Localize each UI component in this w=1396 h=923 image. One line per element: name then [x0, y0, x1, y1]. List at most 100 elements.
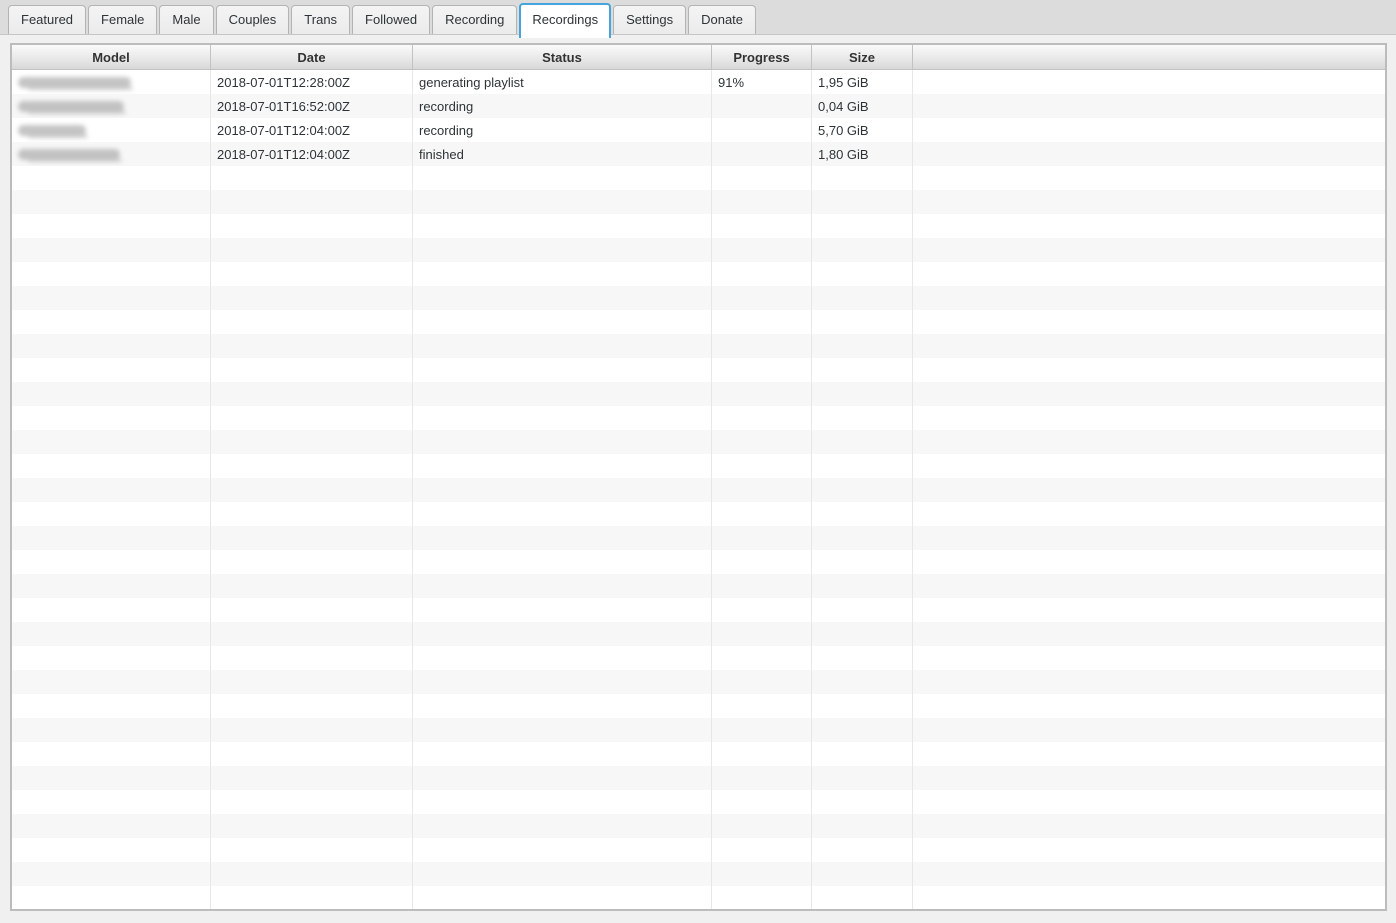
cell-progress	[712, 118, 812, 142]
table-row-empty	[12, 334, 1385, 358]
column-header-status[interactable]: Status	[413, 45, 712, 69]
column-header-label: Size	[849, 50, 875, 65]
cell-size	[812, 886, 913, 910]
redacted-model-name	[18, 149, 120, 160]
cell-progress	[712, 382, 812, 406]
table-row-empty	[12, 574, 1385, 598]
cell-model	[12, 550, 211, 574]
cell-model	[12, 142, 211, 166]
cell-model	[12, 718, 211, 742]
column-header-progress[interactable]: Progress	[712, 45, 812, 69]
column-header-label: Status	[542, 50, 582, 65]
cell-model	[12, 118, 211, 142]
cell-date	[211, 190, 413, 214]
table-row-empty	[12, 526, 1385, 550]
cell-size	[812, 814, 913, 838]
cell-filler	[913, 694, 1385, 718]
cell-date	[211, 790, 413, 814]
cell-status	[413, 646, 712, 670]
cell-filler	[913, 886, 1385, 910]
column-header-size[interactable]: Size	[812, 45, 913, 69]
cell-filler	[913, 766, 1385, 790]
cell-text: finished	[419, 147, 464, 162]
cell-filler	[913, 166, 1385, 190]
table-row-empty	[12, 694, 1385, 718]
cell-date	[211, 838, 413, 862]
cell-date	[211, 670, 413, 694]
table-header-row: ModelDate Status Progress Size	[12, 45, 1385, 70]
tab-featured[interactable]: Featured	[8, 5, 86, 34]
cell-filler	[913, 814, 1385, 838]
column-header-date[interactable]: Date	[211, 45, 413, 69]
cell-date	[211, 598, 413, 622]
cell-status	[413, 622, 712, 646]
cell-progress	[712, 766, 812, 790]
cell-size	[812, 358, 913, 382]
cell-date	[211, 622, 413, 646]
cell-filler	[913, 502, 1385, 526]
cell-status	[413, 694, 712, 718]
cell-size	[812, 646, 913, 670]
cell-status	[413, 598, 712, 622]
cell-filler	[913, 790, 1385, 814]
cell-date	[211, 742, 413, 766]
redacted-model-name	[18, 77, 131, 88]
tab-male[interactable]: Male	[159, 5, 213, 34]
cell-size	[812, 430, 913, 454]
cell-progress	[712, 190, 812, 214]
cell-size	[812, 238, 913, 262]
cell-model	[12, 886, 211, 910]
cell-model	[12, 190, 211, 214]
tab-recording[interactable]: Recording	[432, 5, 517, 34]
cell-date	[211, 478, 413, 502]
cell-size	[812, 166, 913, 190]
cell-progress	[712, 886, 812, 910]
cell-model	[12, 454, 211, 478]
table-row[interactable]: 2018-07-01T12:28:00Zgenerating playlist9…	[12, 70, 1385, 94]
cell-size	[812, 862, 913, 886]
cell-filler	[913, 382, 1385, 406]
cell-text: 91%	[718, 75, 744, 90]
tab-female[interactable]: Female	[88, 5, 157, 34]
cell-filler	[913, 622, 1385, 646]
column-header-label: Progress	[733, 50, 789, 65]
cell-status	[413, 430, 712, 454]
cell-size	[812, 574, 913, 598]
cell-text: 1,95 GiB	[818, 75, 869, 90]
cell-text: 0,04 GiB	[818, 99, 869, 114]
table-row-empty	[12, 814, 1385, 838]
cell-filler	[913, 358, 1385, 382]
cell-status	[413, 334, 712, 358]
table-row[interactable]: 2018-07-01T16:52:00Zrecording0,04 GiB	[12, 94, 1385, 118]
table-body: 2018-07-01T12:28:00Zgenerating playlist9…	[12, 70, 1385, 911]
table-row-empty	[12, 214, 1385, 238]
tab-recordings[interactable]: Recordings	[519, 3, 611, 38]
table-row-empty	[12, 310, 1385, 334]
table-row[interactable]: 2018-07-01T12:04:00Zrecording5,70 GiB	[12, 118, 1385, 142]
cell-model	[12, 526, 211, 550]
cell-model	[12, 598, 211, 622]
cell-progress	[712, 142, 812, 166]
tab-label: Followed	[365, 12, 417, 27]
cell-size: 0,04 GiB	[812, 94, 913, 118]
cell-size: 1,95 GiB	[812, 70, 913, 94]
table-row[interactable]: 2018-07-01T12:04:00Zfinished1,80 GiB	[12, 142, 1385, 166]
cell-status	[413, 550, 712, 574]
column-header-model[interactable]: Model	[12, 45, 211, 69]
tab-label: Recordings	[532, 12, 598, 27]
tab-trans[interactable]: Trans	[291, 5, 350, 34]
cell-size: 5,70 GiB	[812, 118, 913, 142]
tab-followed[interactable]: Followed	[352, 5, 430, 34]
tab-label: Settings	[626, 12, 673, 27]
cell-model	[12, 238, 211, 262]
recordings-table: ModelDate Status Progress Size 2018-07-01T1…	[10, 43, 1387, 911]
cell-model	[12, 478, 211, 502]
cell-status	[413, 214, 712, 238]
tab-donate[interactable]: Donate	[688, 5, 756, 34]
table-row-empty	[12, 478, 1385, 502]
tab-couples[interactable]: Couples	[216, 5, 290, 34]
tab-settings[interactable]: Settings	[613, 5, 686, 34]
cell-progress	[712, 694, 812, 718]
table-row-empty	[12, 646, 1385, 670]
cell-size	[812, 334, 913, 358]
